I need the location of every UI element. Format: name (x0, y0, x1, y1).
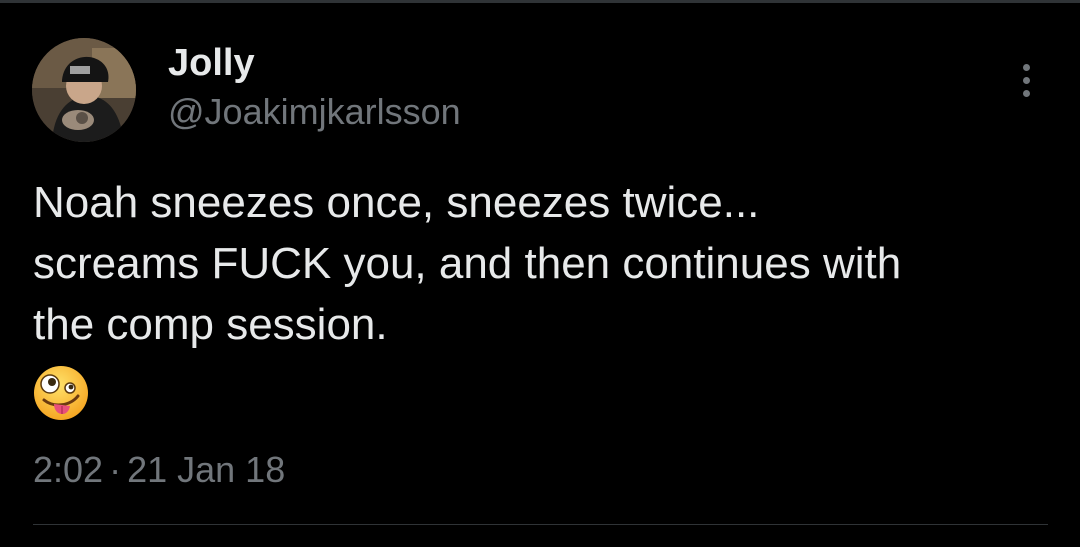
author-handle[interactable]: @Joakimjkarlsson (168, 90, 461, 134)
profile-photo-icon (32, 38, 136, 142)
tweet: Jolly @Joakimjkarlsson Noah sneezes once… (0, 0, 1080, 547)
tweet-text-line: Noah sneezes once, sneezes twice... (33, 178, 760, 227)
bottom-divider (33, 524, 1048, 525)
tweet-timestamp[interactable]: 2:02 · 21 Jan 18 (33, 448, 285, 492)
tweet-date: 21 Jan 18 (127, 449, 286, 490)
more-vertical-icon (1022, 63, 1030, 71)
more-vertical-icon-dot (1022, 89, 1030, 97)
tweet-text: Noah sneezes once, sneezes twice... scre… (33, 172, 1063, 355)
avatar[interactable] (32, 38, 136, 142)
more-vertical-icon-dot (1022, 76, 1030, 84)
zany-face-emoji-icon (32, 364, 90, 422)
tweet-text-line: screams FUCK you, and then continues wit… (33, 239, 902, 288)
tweet-time: 2:02 (33, 449, 104, 490)
more-options-button[interactable] (1008, 56, 1044, 104)
author-display-name[interactable]: Jolly (168, 40, 255, 86)
timestamp-separator: · (109, 449, 122, 490)
tweet-text-line: the comp session. (33, 300, 388, 349)
